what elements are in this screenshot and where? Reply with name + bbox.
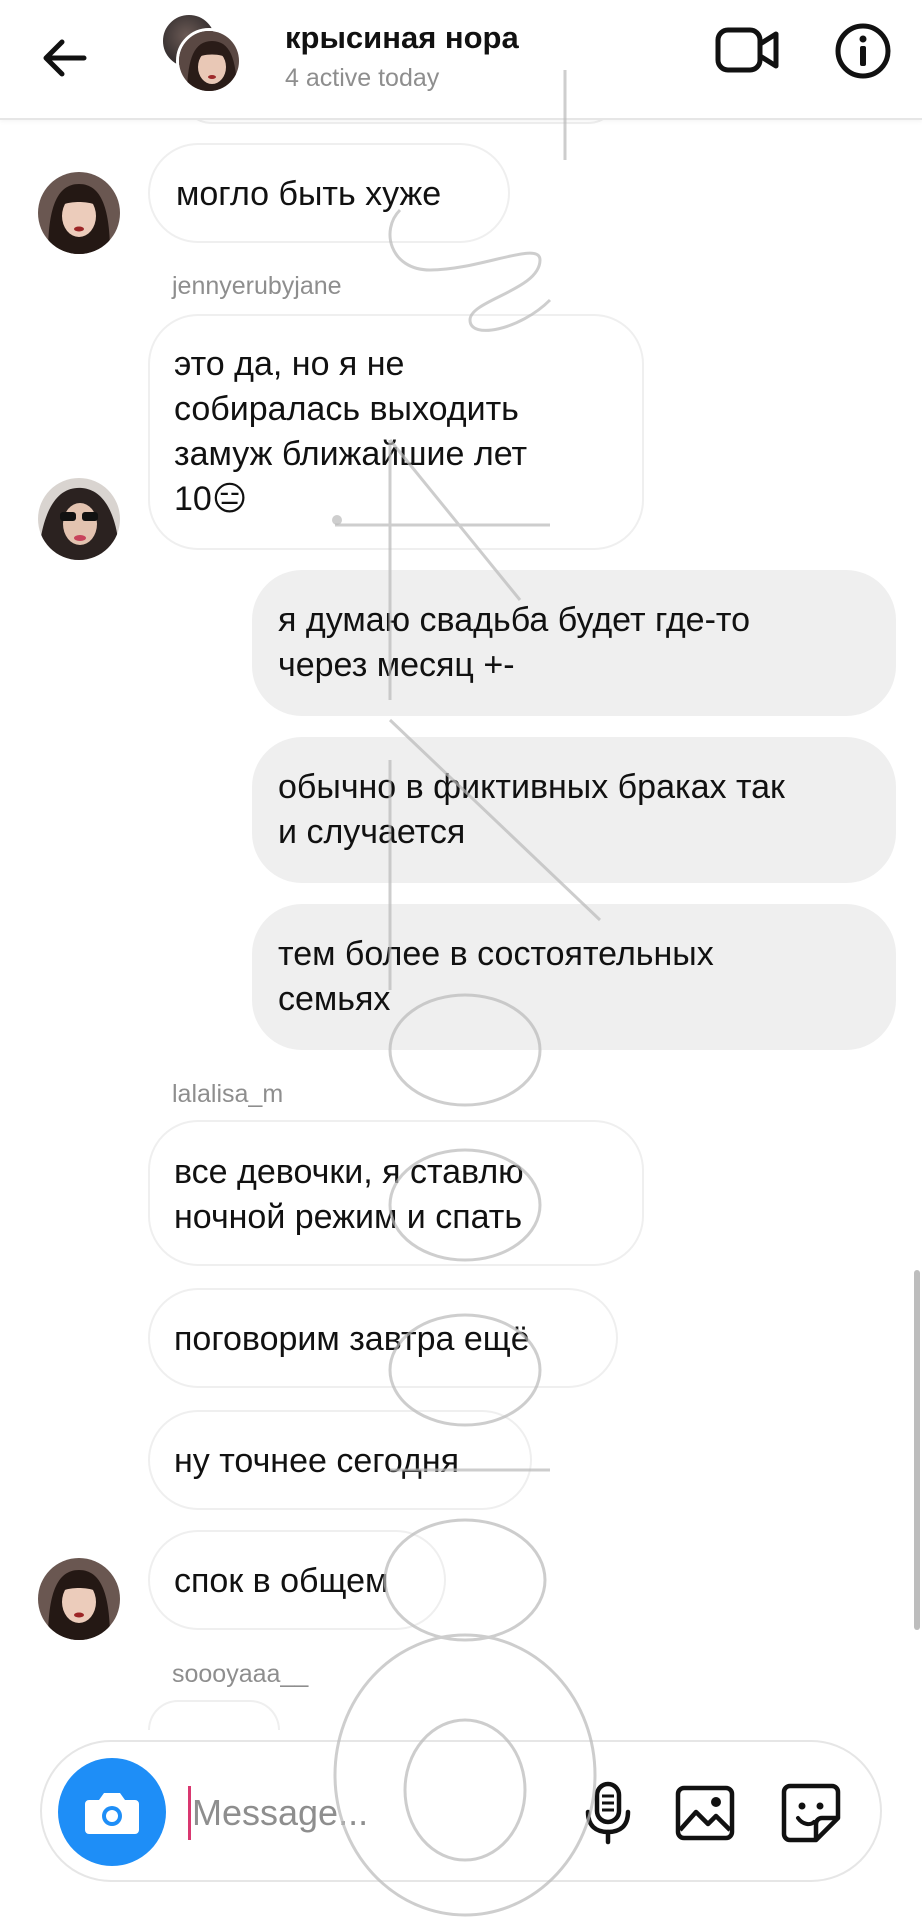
message-text: могло быть хуже bbox=[176, 175, 442, 213]
message-bubble[interactable]: все девочки, я ставлю ночной режим и спа… bbox=[148, 1120, 644, 1266]
info-button[interactable] bbox=[834, 22, 892, 80]
group-avatar[interactable] bbox=[160, 12, 250, 94]
message-input[interactable] bbox=[192, 1780, 552, 1846]
message-bubble[interactable]: я думаю свадьба будет где-то через месяц… bbox=[252, 570, 896, 716]
chat-title[interactable]: крысиная нора bbox=[285, 20, 519, 56]
sender-username: soooyaaa__ bbox=[172, 1660, 309, 1688]
message-line: ночной режим и спать bbox=[174, 1198, 523, 1236]
message-bubble[interactable]: это да, но я не собиралась выходить заму… bbox=[148, 314, 644, 550]
scrollbar[interactable] bbox=[914, 1270, 920, 1630]
message-text: спок в общем bbox=[174, 1562, 389, 1600]
message-line: и случается bbox=[278, 813, 466, 851]
video-call-button[interactable] bbox=[714, 22, 780, 78]
message-line: это да, но я не bbox=[174, 345, 405, 383]
chat-header: крысиная нора 4 active today bbox=[0, 0, 922, 120]
message-line: через месяц +- bbox=[278, 646, 515, 684]
message-line: семьях bbox=[278, 980, 391, 1018]
message-bubble[interactable]: поговорим завтра ещё bbox=[148, 1288, 618, 1388]
sender-avatar[interactable] bbox=[38, 172, 120, 254]
message-bubble[interactable]: тем более в состоятельных семьях bbox=[252, 904, 896, 1050]
microphone-icon bbox=[585, 1781, 631, 1845]
message-line: обычно в фиктивных браках так bbox=[278, 768, 785, 806]
image-icon bbox=[675, 1785, 735, 1841]
gallery-button[interactable] bbox=[672, 1780, 738, 1846]
sender-avatar[interactable] bbox=[38, 478, 120, 560]
message-line: тем более в состоятельных bbox=[278, 935, 714, 973]
video-camera-icon bbox=[715, 27, 779, 73]
back-button[interactable] bbox=[36, 30, 92, 86]
sender-avatar[interactable] bbox=[38, 1558, 120, 1640]
text-cursor bbox=[188, 1786, 191, 1840]
camera-button[interactable] bbox=[58, 1758, 166, 1866]
info-icon bbox=[835, 23, 891, 79]
message-line: все девочки, я ставлю bbox=[174, 1153, 524, 1191]
message-line: собиралась выходить bbox=[174, 390, 519, 428]
sticker-button[interactable] bbox=[778, 1780, 844, 1846]
message-text: ну точнее сегодня bbox=[174, 1442, 460, 1480]
sender-username: jennyerubyjane bbox=[172, 272, 342, 300]
next-message-bubble bbox=[148, 1700, 280, 1730]
message-bubble[interactable]: обычно в фиктивных браках так и случаетс… bbox=[252, 737, 896, 883]
message-line: замуж ближайшие лет bbox=[174, 435, 528, 473]
message-line: 10😑 bbox=[174, 480, 248, 518]
message-bubble[interactable]: спок в общем bbox=[148, 1530, 446, 1630]
active-status: 4 active today bbox=[285, 64, 440, 92]
message-line: я думаю свадьба будет где-то bbox=[278, 601, 751, 639]
voice-message-button[interactable] bbox=[578, 1780, 638, 1846]
sender-username: lalalisa_m bbox=[172, 1080, 284, 1108]
message-bubble[interactable]: ну точнее сегодня bbox=[148, 1410, 532, 1510]
message-bubble[interactable]: могло быть хуже bbox=[148, 143, 510, 243]
arrow-left-icon bbox=[43, 39, 87, 77]
camera-icon bbox=[85, 1793, 139, 1834]
message-composer bbox=[40, 1740, 882, 1882]
message-text: поговорим завтра ещё bbox=[174, 1320, 530, 1358]
sticker-icon bbox=[781, 1783, 841, 1843]
group-avatar-front bbox=[176, 28, 242, 94]
